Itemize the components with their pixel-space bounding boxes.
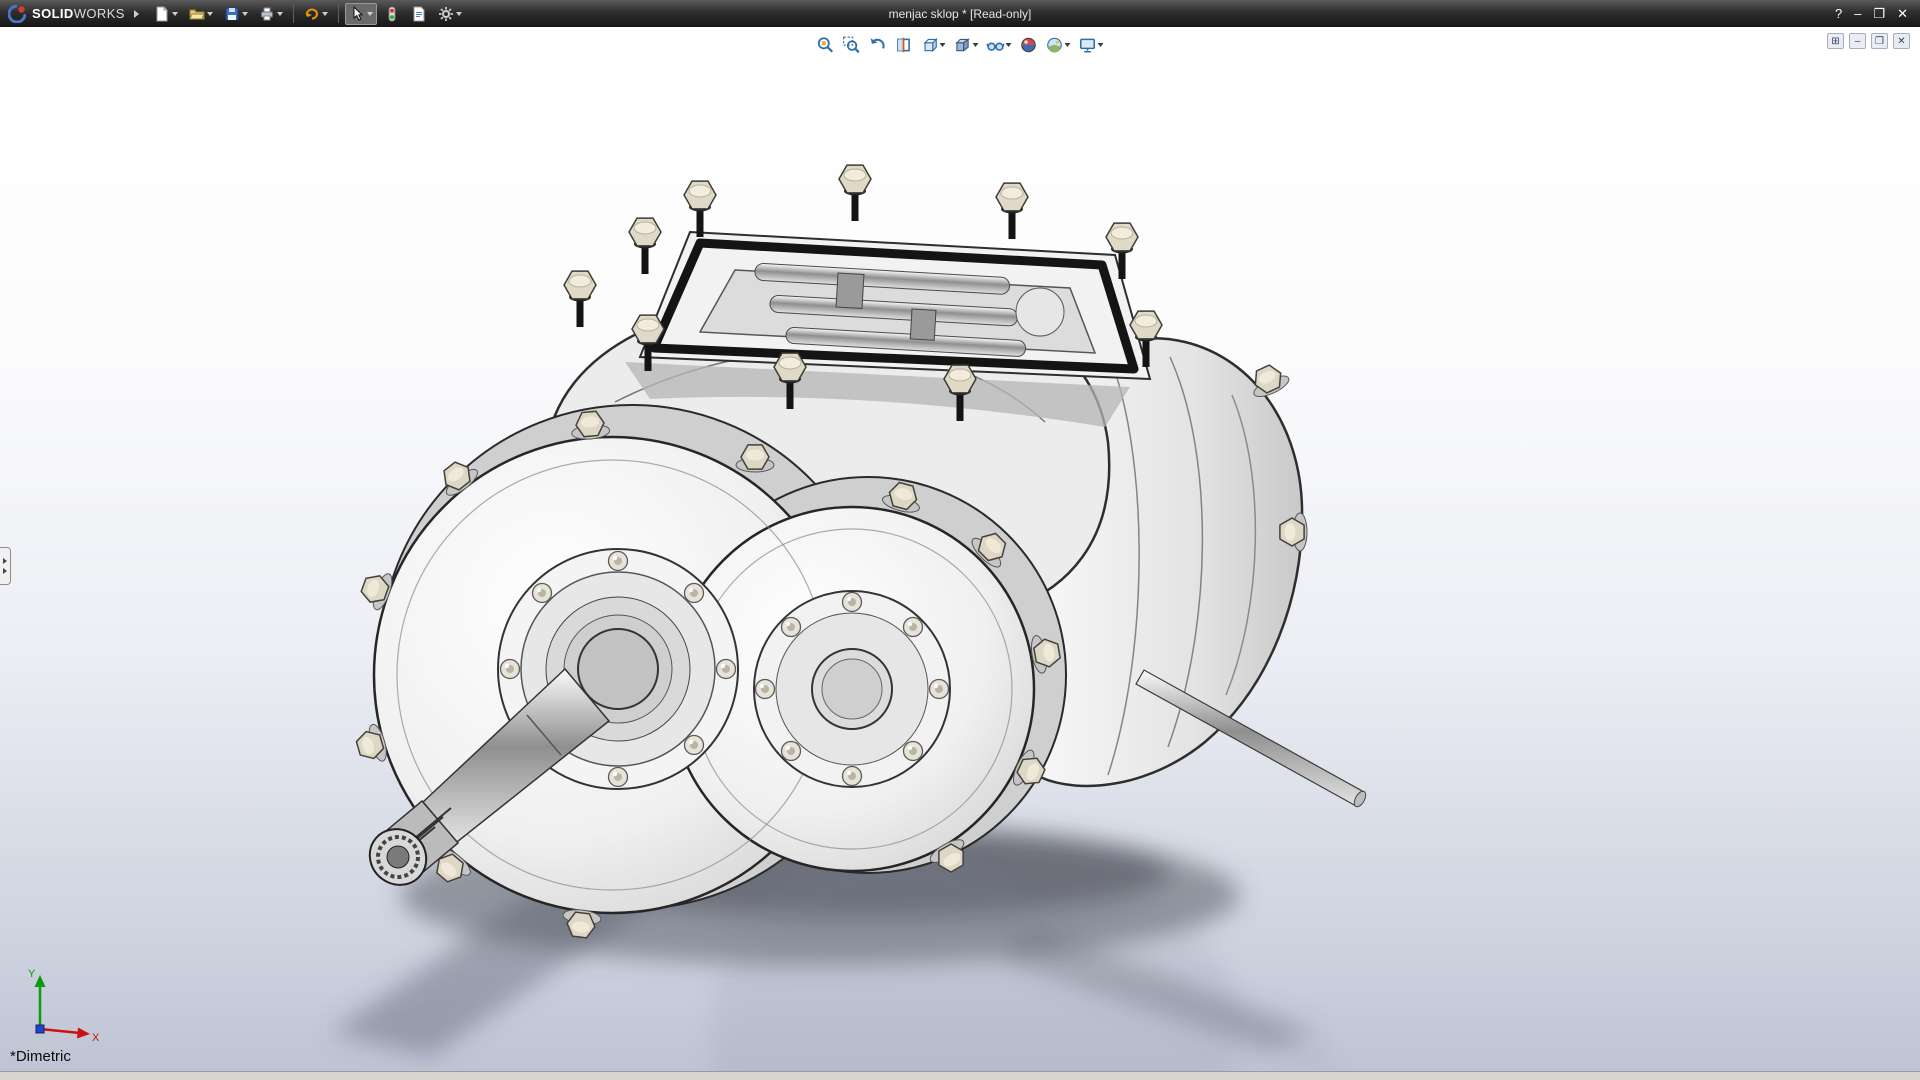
undo-dropdown[interactable] [322,12,328,16]
document-window-controls: ⊞ – ❐ ✕ [1827,33,1910,49]
zoom-to-fit-button[interactable] [814,32,838,57]
toolbar-separator [338,5,339,23]
window-controls: ? – ❐ ✕ [1835,7,1912,20]
zoom-to-fit-icon [817,36,835,54]
ds-logo-icon [8,5,26,23]
title-bar: SOLIDWORKS [0,0,1920,27]
view-orientation-dropdown[interactable] [940,43,946,47]
open-dropdown[interactable] [207,12,213,16]
expand-arrow-icon [3,558,7,564]
save-button[interactable] [220,3,252,25]
file-properties-icon [411,6,427,22]
edit-appearance-button[interactable] [1017,32,1041,57]
heads-up-toolbar [814,32,1107,57]
graphics-viewport[interactable]: ⊞ – ❐ ✕ Y X *Dimetric [0,27,1920,1071]
display-style-button[interactable] [951,32,982,57]
display-style-dropdown[interactable] [973,43,979,47]
maximize-button[interactable]: ❐ [1873,7,1885,20]
doc-restore-button[interactable]: ❐ [1871,33,1888,49]
help-button[interactable]: ? [1835,7,1842,20]
previous-view-icon [869,36,887,54]
brand-text: SOLIDWORKS [32,6,125,21]
save-floppy-icon [224,6,240,22]
previous-view-button[interactable] [866,32,890,57]
undo-button[interactable] [300,3,332,25]
section-view-button[interactable] [892,32,916,57]
print-dropdown[interactable] [277,12,283,16]
window-title: menjac sklop * [Read-only] [889,7,1032,21]
status-bar [0,1071,1920,1080]
view-settings-dropdown[interactable] [1098,43,1104,47]
display-style-icon [954,36,972,54]
options-gear-icon [438,6,454,22]
select-arrow-icon [349,6,365,22]
open-button[interactable] [185,3,217,25]
open-folder-icon [189,6,205,22]
hide-show-items-dropdown[interactable] [1006,43,1012,47]
options-button[interactable] [434,3,466,25]
apply-scene-button[interactable] [1043,32,1074,57]
undo-icon [304,6,320,22]
apply-scene-icon [1046,36,1064,54]
brand-bold: SOLID [32,6,74,21]
hide-show-items-button[interactable] [984,32,1015,57]
right-hub[interactable] [754,591,950,787]
app-logo: SOLIDWORKS [8,5,125,23]
hide-show-glasses-icon [987,36,1005,54]
zoom-to-area-icon [843,36,861,54]
print-icon [259,6,275,22]
select-button[interactable] [345,3,377,25]
file-properties-button[interactable] [407,3,431,25]
minimize-button[interactable]: – [1854,7,1861,20]
save-dropdown[interactable] [242,12,248,16]
gearbox-model[interactable] [0,27,1920,1071]
reference-triad: Y X [22,963,106,1047]
view-orientation-label: *Dimetric [10,1048,71,1065]
rebuild-button[interactable] [380,3,404,25]
doc-close-button[interactable]: ✕ [1893,33,1910,49]
apply-scene-dropdown[interactable] [1065,43,1071,47]
triad-y-label: Y [28,968,36,980]
tile-windows-button[interactable]: ⊞ [1827,33,1844,49]
options-dropdown[interactable] [456,12,462,16]
feature-manager-flyout-tab[interactable] [0,547,11,585]
view-settings-icon [1079,36,1097,54]
new-document-dropdown[interactable] [172,12,178,16]
triad-x-label: X [92,1032,100,1044]
new-document-icon [154,6,170,22]
toolbar-separator [293,5,294,23]
menu-expand-arrow[interactable] [134,10,139,18]
view-settings-button[interactable] [1076,32,1107,57]
new-document-button[interactable] [150,3,182,25]
close-button[interactable]: ✕ [1897,7,1908,20]
rebuild-trafficlight-icon [384,6,400,22]
select-dropdown[interactable] [367,12,373,16]
view-orientation-cube-icon [921,36,939,54]
expand-arrow-icon [3,568,7,574]
brand-light: WORKS [74,6,125,21]
view-orientation-button[interactable] [918,32,949,57]
section-view-icon [895,36,913,54]
edit-appearance-sphere-icon [1020,36,1038,54]
doc-minimize-button[interactable]: – [1849,33,1866,49]
print-button[interactable] [255,3,287,25]
zoom-to-area-button[interactable] [840,32,864,57]
